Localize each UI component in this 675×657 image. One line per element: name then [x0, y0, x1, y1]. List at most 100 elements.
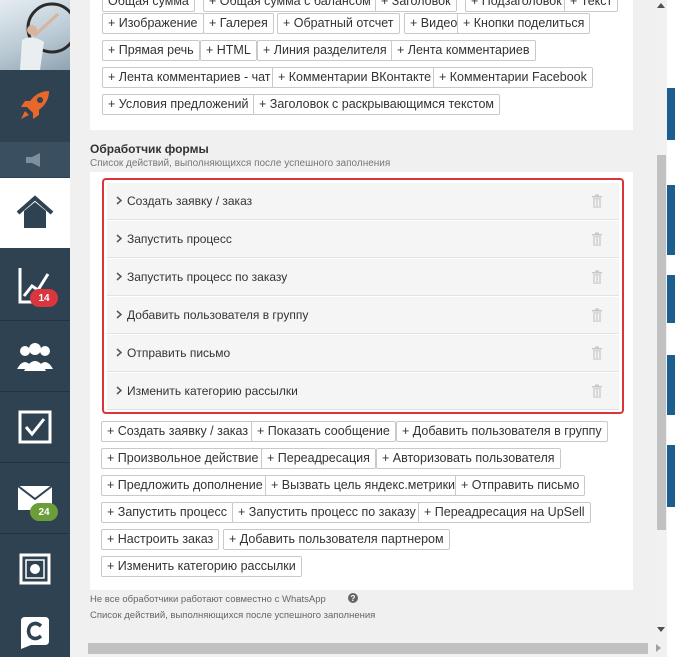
add-create-order-action-button[interactable]: + Создать заявку / заказ — [101, 421, 255, 442]
mail-badge: 24 — [30, 503, 58, 521]
add-divider-block-button[interactable]: + Линия разделителя — [257, 40, 393, 61]
users-icon — [17, 343, 53, 371]
form-handler-title: Обработчик формы — [90, 142, 209, 156]
safe-button[interactable] — [0, 534, 70, 604]
trash-icon[interactable] — [591, 194, 603, 208]
add-countdown-block-button[interactable]: + Обратный отсчет — [277, 13, 400, 34]
list-item[interactable]: Отправить письмо — [107, 335, 619, 372]
add-partner-user-action-button[interactable]: + Добавить пользователя партнером — [223, 529, 450, 550]
add-upsell-redirect-action-button[interactable]: + Переадресация на UpSell — [418, 502, 591, 523]
background-fragment — [667, 185, 675, 255]
list-item[interactable]: Добавить пользователя в группу — [107, 297, 619, 334]
add-video-block-button[interactable]: + Видео — [404, 13, 464, 34]
trash-icon[interactable] — [591, 308, 603, 322]
list-item[interactable]: Запустить процесс по заказу — [107, 259, 619, 296]
add-configure-order-action-button[interactable]: + Настроить заказ — [101, 529, 220, 550]
form-handler-note: Список действий, выполняющихся после усп… — [90, 610, 376, 621]
trash-icon[interactable] — [591, 346, 603, 360]
action-label: Изменить категорию рассылки — [127, 384, 298, 398]
avatar[interactable] — [0, 0, 70, 70]
chevron-right-icon — [116, 348, 122, 357]
add-offer-terms-block-button[interactable]: + Условия предложений — [102, 94, 255, 115]
trash-icon[interactable] — [591, 270, 603, 284]
action-label: Создать заявку / заказ — [127, 194, 253, 208]
add-html-block-button[interactable]: + HTML — [200, 40, 257, 61]
form-actions-list: Создать заявку / заказ Запустить процесс… — [102, 178, 624, 414]
add-block-button[interactable]: + Заголовок — [375, 0, 457, 12]
scroll-down-arrow-icon[interactable] — [657, 627, 665, 632]
home-icon — [16, 195, 54, 228]
checkbox-icon — [18, 410, 52, 444]
add-send-email-action-button[interactable]: + Отправить письмо — [455, 475, 586, 496]
chevron-right-icon — [116, 196, 122, 205]
app-window: 14 24 Общая сумма + Общая сумма с баланс… — [0, 0, 675, 657]
logo-c-icon — [21, 617, 49, 649]
list-item[interactable]: Создать заявку / заказ — [107, 183, 619, 220]
chevron-right-icon — [116, 386, 122, 395]
horizontal-scrollbar[interactable] — [70, 640, 667, 657]
help-icon[interactable]: ? — [348, 593, 358, 603]
editor-content: Общая сумма + Общая сумма с балансом + З… — [70, 0, 655, 657]
chevron-right-icon — [116, 234, 122, 243]
list-item[interactable]: Изменить категорию рассылки — [107, 373, 619, 410]
mail-button[interactable]: 24 — [0, 463, 70, 533]
add-facebook-comments-block-button[interactable]: + Комментарии Facebook — [433, 67, 593, 88]
blocks-panel: Общая сумма + Общая сумма с балансом + З… — [90, 0, 633, 130]
add-user-to-group-action-button[interactable]: + Добавить пользователя в группу — [396, 421, 608, 442]
vertical-scrollbar[interactable] — [655, 0, 667, 640]
home-button[interactable] — [0, 178, 70, 248]
add-vk-comments-block-button[interactable]: + Комментарии ВКонтакте — [272, 67, 438, 88]
add-block-button[interactable]: + Подзаголовок — [465, 0, 568, 12]
add-redirect-action-button[interactable]: + Переадресация — [261, 448, 376, 469]
safe-icon — [19, 553, 51, 585]
megaphone-icon — [26, 152, 40, 167]
add-start-process-action-button[interactable]: + Запустить процесс — [101, 502, 233, 523]
background-fragment — [667, 275, 675, 323]
left-sidebar: 14 24 — [0, 0, 70, 657]
rocket-button[interactable] — [0, 70, 70, 140]
background-fragment — [667, 355, 675, 415]
add-custom-action-button[interactable]: + Произвольное действие — [101, 448, 265, 469]
add-authorize-user-action-button[interactable]: + Авторизовать пользователя — [376, 448, 561, 469]
add-image-block-button[interactable]: + Изображение — [102, 13, 204, 34]
form-handler-subtitle: Список действий, выполняющихся после усп… — [90, 158, 391, 169]
add-show-message-action-button[interactable]: + Показать сообщение — [251, 421, 396, 442]
background-fragment — [667, 445, 675, 507]
add-block-button[interactable]: Общая сумма — [102, 0, 195, 12]
add-chat-comments-block-button[interactable]: + Лента комментариев - чат — [102, 67, 277, 88]
users-button[interactable] — [0, 321, 70, 391]
trash-icon[interactable] — [591, 232, 603, 246]
add-change-mailing-category-action-button[interactable]: + Изменить категорию рассылки — [101, 556, 302, 577]
whatsapp-note: Не все обработчики работают совместно с … — [90, 594, 326, 605]
stats-badge: 14 — [30, 289, 58, 307]
trash-icon[interactable] — [591, 384, 603, 398]
add-block-button[interactable]: + Общая сумма с балансом — [203, 0, 377, 12]
action-label: Добавить пользователя в группу — [127, 308, 309, 322]
add-comments-block-button[interactable]: + Лента комментариев — [391, 40, 536, 61]
add-start-order-process-action-button[interactable]: + Запустить процесс по заказу — [232, 502, 422, 523]
background-fragment — [667, 88, 675, 140]
logo-button[interactable] — [0, 605, 70, 657]
scroll-right-arrow-icon[interactable] — [656, 644, 661, 652]
vertical-scroll-thumb[interactable] — [657, 155, 666, 530]
action-label: Отправить письмо — [127, 346, 231, 360]
add-offer-addon-action-button[interactable]: + Предложить дополнение — [101, 475, 269, 496]
list-item[interactable]: Запустить процесс — [107, 221, 619, 258]
stats-button[interactable]: 14 — [0, 250, 70, 320]
add-share-block-button[interactable]: + Кнопки поделиться — [457, 13, 591, 34]
chevron-right-icon — [116, 310, 122, 319]
chevron-right-icon — [116, 272, 122, 281]
rocket-icon — [21, 91, 49, 119]
add-quote-block-button[interactable]: + Прямая речь — [102, 40, 200, 61]
add-metrika-goal-action-button[interactable]: + Вызвать цель яндекс.метрики — [265, 475, 462, 496]
add-block-button[interactable]: + Текст — [564, 0, 619, 12]
add-gallery-block-button[interactable]: + Галерея — [203, 13, 274, 34]
megaphone-button[interactable] — [0, 142, 70, 177]
horizontal-scroll-thumb[interactable] — [88, 643, 648, 654]
background-page-edge — [667, 0, 675, 657]
scroll-up-arrow-icon[interactable] — [657, 3, 665, 8]
tasks-button[interactable] — [0, 392, 70, 462]
action-label: Запустить процесс — [127, 232, 232, 246]
action-label: Запустить процесс по заказу — [127, 270, 288, 284]
add-collapsible-block-button[interactable]: + Заголовок с раскрывающимся текстом — [253, 94, 501, 115]
